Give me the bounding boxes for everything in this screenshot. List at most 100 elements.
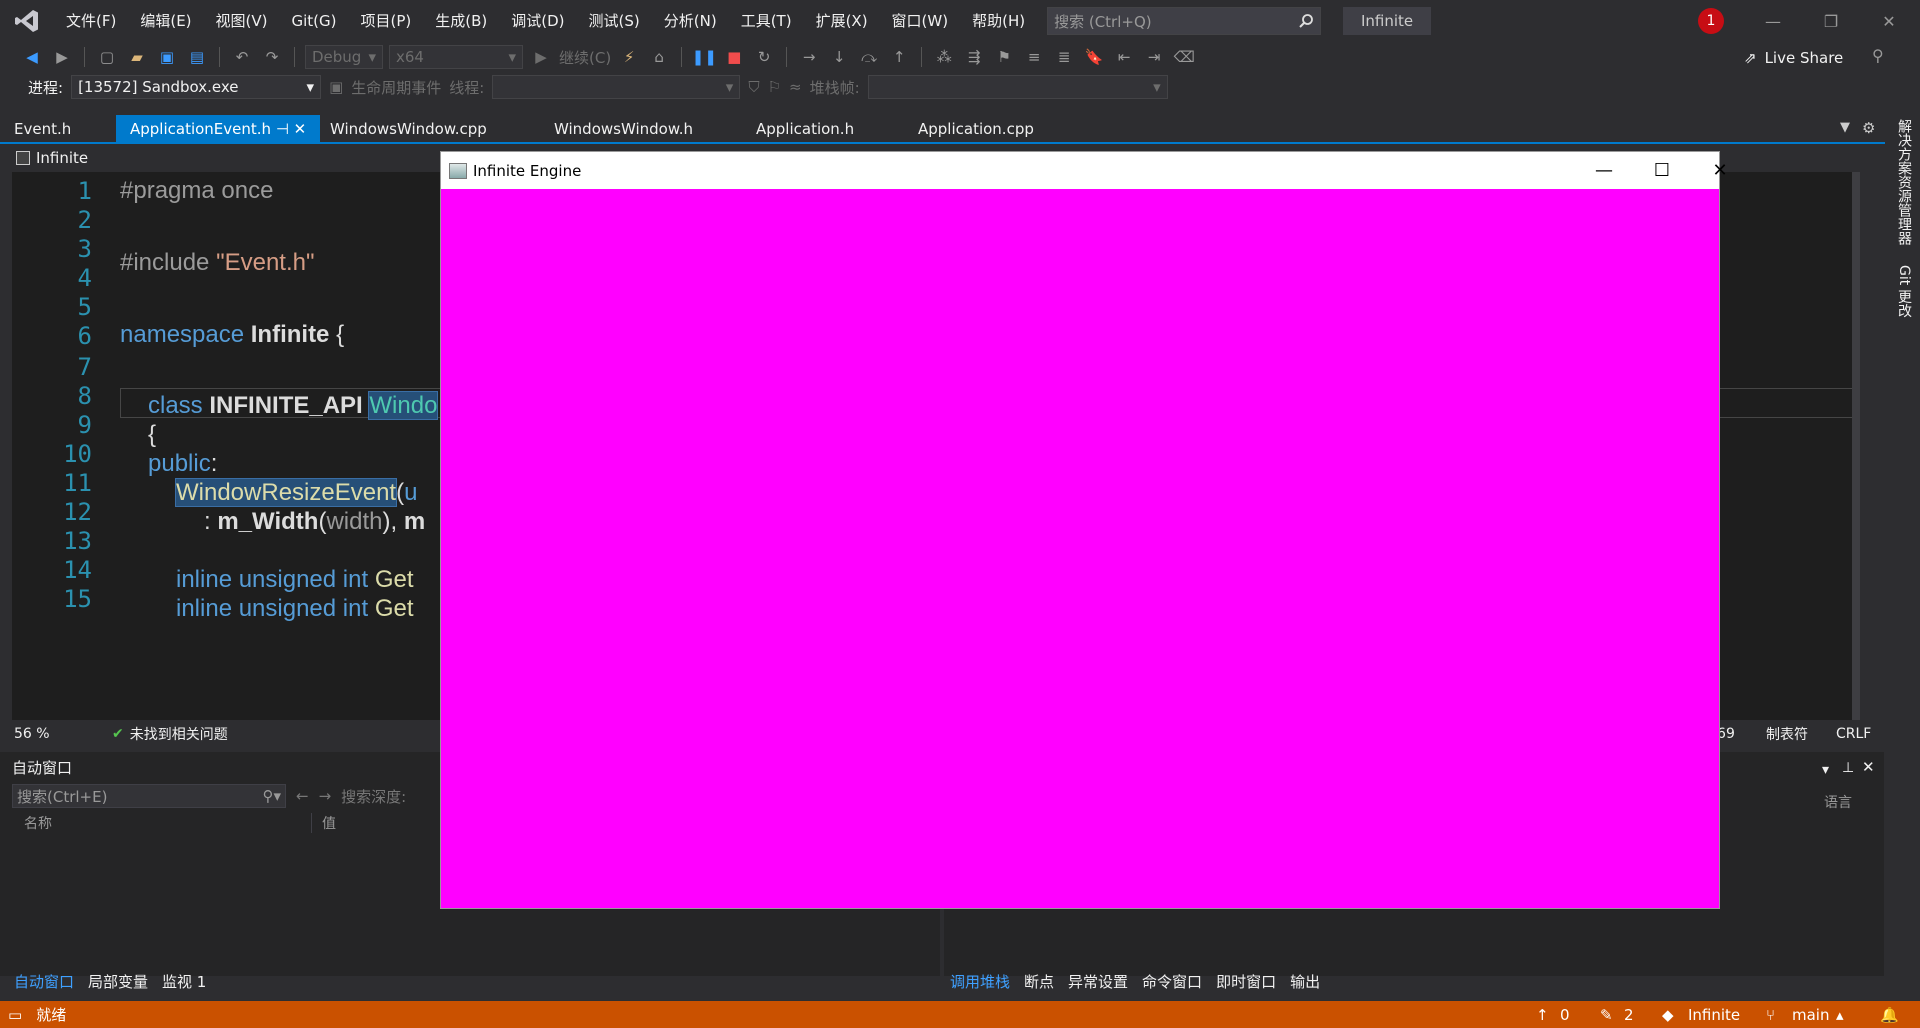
menu-item[interactable]: 文件(F) [54,0,128,42]
comment-icon[interactable]: ≡ [1022,45,1046,69]
next-bookmark-icon[interactable]: ⇥ [1142,45,1166,69]
tab-pin-close-icon[interactable]: ⊣ ✕ [271,120,306,138]
bottom-panel-tab[interactable]: 断点 [1024,971,1054,992]
bottom-panel-tab[interactable]: 局部变量 [88,971,148,992]
platform-select[interactable]: x64 ▾ [389,45,523,69]
bottom-panel-tab[interactable]: 即时窗口 [1216,971,1276,992]
configuration-select[interactable]: Debug ▾ [305,45,383,69]
repository-name[interactable]: Infinite [1688,1006,1740,1024]
column-header-value[interactable]: 值 [312,813,336,833]
bottom-panel-tab[interactable]: 命令窗口 [1142,971,1202,992]
tab-document[interactable]: WindowsWindow.cpp [316,115,501,143]
app-maximize-icon[interactable]: ☐ [1633,152,1691,189]
menu-item[interactable]: 分析(N) [652,0,729,42]
menu-item[interactable]: 窗口(W) [880,0,961,42]
hex-display-icon[interactable]: ⁂ [932,45,956,69]
step-out-icon[interactable]: ↑ [887,45,911,69]
menu-item[interactable]: 视图(V) [204,0,280,42]
restart-icon[interactable]: ↻ [752,45,776,69]
menu-item[interactable]: 扩展(X) [804,0,880,42]
continue-label[interactable]: 继续(C) [559,47,611,68]
menu-item[interactable]: 生成(B) [423,0,499,42]
thread-icon[interactable]: ⇶ [962,45,986,69]
undo-icon[interactable]: ↶ [230,45,254,69]
prev-bookmark-icon[interactable]: ⇤ [1112,45,1136,69]
menu-item[interactable]: 编辑(E) [128,0,203,42]
forward-icon[interactable]: ▶ [50,45,74,69]
bottom-panel-tab[interactable]: 输出 [1290,971,1320,992]
pencil-icon[interactable]: ✎ [1600,1006,1613,1024]
panel-menu-icon[interactable]: ▾ [1822,762,1829,778]
tab-document[interactable]: Application.h [742,115,868,143]
panel-close-icon[interactable]: ✕ [1862,758,1875,776]
search-input[interactable]: 搜索 (Ctrl+Q) [1047,7,1322,35]
save-all-icon[interactable]: ▤ [185,45,209,69]
flag-icon[interactable]: ⚑ [992,45,1016,69]
app-minimize-icon[interactable]: — [1575,152,1633,189]
bottom-panel-tab[interactable]: 异常设置 [1068,971,1128,992]
thread-select[interactable]: ▾ [492,75,741,99]
project-nav-dropdown[interactable]: Infinite [36,149,88,167]
live-share-button[interactable]: ⇗ Live Share [1744,46,1843,70]
bottom-panel-tab[interactable]: 监视 1 [162,971,206,992]
push-count[interactable]: 0 [1560,1006,1570,1024]
search-forward-icon[interactable]: → [319,787,332,805]
stack-frame-select[interactable]: ▾ [867,75,1168,99]
open-folder-icon[interactable]: ▰ [125,45,149,69]
menu-item[interactable]: 项目(P) [349,0,424,42]
app-close-icon[interactable]: ✕ [1691,152,1749,189]
clear-bookmarks-icon[interactable]: ⌫ [1172,45,1196,69]
solution-name-badge[interactable]: Infinite [1343,7,1432,35]
minimize-icon[interactable]: — [1744,0,1802,42]
show-next-statement-icon[interactable]: → [797,45,821,69]
tab-document[interactable]: Event.h [0,115,85,143]
restore-icon[interactable]: ❐ [1802,0,1860,42]
changes-count[interactable]: 2 [1624,1006,1634,1024]
zoom-level-select[interactable]: 56 % [12,726,82,742]
column-header-name[interactable]: 名称 [0,813,312,833]
lifecycle-events-button[interactable]: 生命周期事件 [351,77,441,98]
menu-item[interactable]: 测试(S) [577,0,652,42]
bottom-panel-tab[interactable]: 调用堆栈 [950,971,1010,992]
solution-explorer-tab[interactable]: 解决方案资源管理器 [1894,119,1914,245]
settings-icon[interactable]: ⚙ [1862,119,1875,137]
redo-icon[interactable]: ↷ [260,45,284,69]
close-icon[interactable]: ✕ [1860,0,1918,42]
menu-item[interactable]: Git(G) [280,0,349,42]
browser-link-icon[interactable]: ⌂ [647,45,671,69]
uncomment-icon[interactable]: ≣ [1052,45,1076,69]
visual-studio-logo-icon[interactable] [0,0,54,42]
tab-document[interactable]: ApplicationEvent.h ⊣ ✕ [116,115,321,143]
notification-badge[interactable]: 1 [1698,8,1724,34]
column-header-language[interactable]: 语言 [1824,792,1852,812]
save-icon[interactable]: ▣ [155,45,179,69]
feedback-icon[interactable]: ⚲ [1872,46,1884,65]
tab-document[interactable]: Application.cpp [904,115,1048,143]
tab-document[interactable]: WindowsWindow.h [540,115,707,143]
branch-icon[interactable]: ⑂ [1766,1006,1775,1024]
bottom-panel-tab[interactable]: 自动窗口 [14,971,74,992]
menu-item[interactable]: 工具(T) [729,0,804,42]
lifecycle-icon[interactable]: ▣ [329,78,343,96]
stop-icon[interactable]: ■ [722,45,746,69]
flag-thread-icon[interactable]: ⚐ [768,78,781,96]
new-project-icon[interactable]: ▢ [95,45,119,69]
pause-icon[interactable]: ❚❚ [692,45,717,69]
publish-icon[interactable]: ↑ [1536,1006,1549,1024]
branch-name[interactable]: main [1792,1006,1829,1024]
issues-indicator[interactable]: 未找到相关问题 [130,724,228,744]
repo-icon[interactable]: ◆ [1662,1006,1674,1024]
autos-search-input[interactable]: 搜索(Ctrl+E) ⚲▾ [12,784,286,808]
continue-icon[interactable]: ▶ [529,45,553,69]
menu-item[interactable]: 调试(D) [499,0,576,42]
indent-mode[interactable]: 制表符 [1766,724,1808,744]
pin-icon[interactable]: ⊥ [1842,760,1854,776]
filter-icon[interactable]: ⛉ [748,78,759,96]
bookmark-icon[interactable]: 🔖 [1082,45,1106,69]
tab-list-dropdown-icon[interactable]: ▼ [1840,120,1850,135]
git-changes-tab[interactable]: Git 更改 [1894,265,1914,318]
app-window-titlebar[interactable]: Infinite Engine — ☐ ✕ [441,152,1728,189]
menu-item[interactable]: 帮助(H) [960,0,1037,42]
notifications-bell-icon[interactable]: 🔔 [1880,1006,1899,1024]
editor-scrollbar[interactable] [1852,172,1860,720]
